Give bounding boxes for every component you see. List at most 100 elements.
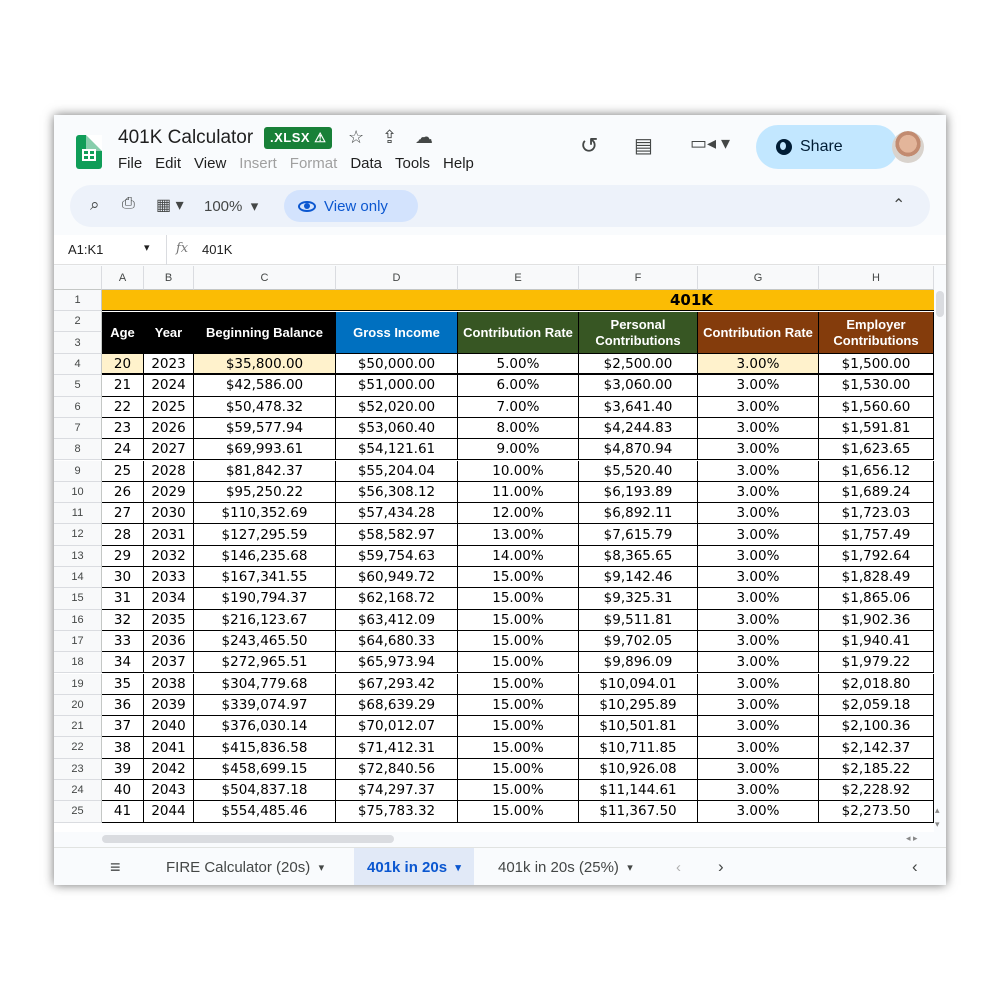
- cell-year[interactable]: 2032: [144, 545, 194, 567]
- cell-year[interactable]: 2041: [144, 737, 194, 759]
- cell-gross-income[interactable]: $53,060.40: [336, 417, 458, 440]
- row-header[interactable]: 19: [54, 673, 102, 695]
- cell-gross-income[interactable]: $50,000.00: [336, 354, 458, 376]
- cell-employer-contribution-rate[interactable]: 3.00%: [698, 396, 819, 418]
- cell-beginning-balance[interactable]: $458,699.15: [194, 758, 336, 780]
- row-header[interactable]: 5: [54, 375, 102, 397]
- chevron-left-icon[interactable]: ‹: [676, 848, 681, 885]
- cell-employer-contributions[interactable]: $1,792.64: [819, 545, 934, 567]
- cell-personal-contributions[interactable]: $9,142.46: [579, 567, 698, 589]
- cell-contribution-rate[interactable]: 15.00%: [458, 588, 579, 610]
- cell-age[interactable]: 24: [102, 439, 144, 461]
- header-employer-contribution-rate[interactable]: Contribution Rate: [698, 312, 819, 354]
- cell-employer-contributions[interactable]: $2,100.36: [819, 716, 934, 738]
- cell-beginning-balance[interactable]: $554,485.46: [194, 801, 336, 823]
- chevron-right-icon[interactable]: ›: [718, 848, 724, 885]
- cell-gross-income[interactable]: $70,012.07: [336, 716, 458, 738]
- cell-beginning-balance[interactable]: $50,478.32: [194, 396, 336, 418]
- row-header[interactable]: 11: [54, 503, 102, 525]
- cell-age[interactable]: 36: [102, 694, 144, 717]
- row-header[interactable]: 7: [54, 417, 102, 440]
- cell-employer-contribution-rate[interactable]: 3.00%: [698, 588, 819, 610]
- cell-employer-contribution-rate[interactable]: 3.00%: [698, 716, 819, 738]
- cell-gross-income[interactable]: $67,293.42: [336, 673, 458, 695]
- cell-year[interactable]: 2025: [144, 396, 194, 418]
- header-age[interactable]: Age: [102, 312, 144, 354]
- cell-gross-income[interactable]: $60,949.72: [336, 567, 458, 589]
- cell-gross-income[interactable]: $72,840.56: [336, 758, 458, 780]
- menu-file[interactable]: File: [118, 155, 142, 172]
- scroll-up-icon[interactable]: ▴: [935, 805, 940, 816]
- cell-employer-contribution-rate[interactable]: 3.00%: [698, 545, 819, 567]
- cell-beginning-balance[interactable]: $35,800.00: [194, 354, 336, 376]
- cell-employer-contribution-rate[interactable]: 3.00%: [698, 481, 819, 504]
- cell-age[interactable]: 21: [102, 375, 144, 397]
- row-header[interactable]: 20: [54, 694, 102, 717]
- cell-beginning-balance[interactable]: $304,779.68: [194, 673, 336, 695]
- row-header[interactable]: 1: [54, 290, 102, 311]
- header-year[interactable]: Year: [144, 312, 194, 354]
- cell-beginning-balance[interactable]: $81,842.37: [194, 460, 336, 482]
- menu-view[interactable]: View: [194, 155, 226, 172]
- menu-edit[interactable]: Edit: [155, 155, 181, 172]
- formula-input[interactable]: 401K: [202, 242, 232, 257]
- document-title[interactable]: 401K Calculator: [118, 127, 253, 149]
- cell-contribution-rate[interactable]: 15.00%: [458, 609, 579, 631]
- cell-employer-contribution-rate[interactable]: 3.00%: [698, 439, 819, 461]
- cell-personal-contributions[interactable]: $6,892.11: [579, 503, 698, 525]
- cell-beginning-balance[interactable]: $339,074.97: [194, 694, 336, 717]
- cell-employer-contribution-rate[interactable]: 3.00%: [698, 503, 819, 525]
- cell-gross-income[interactable]: $54,121.61: [336, 439, 458, 461]
- cell-employer-contribution-rate[interactable]: 3.00%: [698, 609, 819, 631]
- header-contribution-rate[interactable]: Contribution Rate: [458, 312, 579, 354]
- cell-personal-contributions[interactable]: $11,367.50: [579, 801, 698, 823]
- cell-year[interactable]: 2034: [144, 588, 194, 610]
- cell-year[interactable]: 2038: [144, 673, 194, 695]
- row-header[interactable]: 9: [54, 460, 102, 482]
- horizontal-scrollbar[interactable]: [102, 835, 394, 843]
- cell-employer-contribution-rate[interactable]: 3.00%: [698, 673, 819, 695]
- cell-employer-contribution-rate[interactable]: 3.00%: [698, 780, 819, 802]
- cell-year[interactable]: 2023: [144, 354, 194, 376]
- cell-personal-contributions[interactable]: $7,615.79: [579, 524, 698, 546]
- cell-year[interactable]: 2044: [144, 801, 194, 823]
- cell-beginning-balance[interactable]: $376,030.14: [194, 716, 336, 738]
- cloud-status-icon[interactable]: ☁: [415, 127, 433, 148]
- cell-gross-income[interactable]: $52,020.00: [336, 396, 458, 418]
- cell-age[interactable]: 32: [102, 609, 144, 631]
- menu-format[interactable]: Format: [290, 155, 338, 172]
- cell-beginning-balance[interactable]: $59,577.94: [194, 417, 336, 440]
- banner-401k[interactable]: 401K: [102, 290, 934, 311]
- cell-beginning-balance[interactable]: $95,250.22: [194, 481, 336, 504]
- cell-personal-contributions[interactable]: $10,501.81: [579, 716, 698, 738]
- cell-gross-income[interactable]: $51,000.00: [336, 375, 458, 397]
- cell-employer-contribution-rate[interactable]: 3.00%: [698, 524, 819, 546]
- cell-year[interactable]: 2040: [144, 716, 194, 738]
- cell-gross-income[interactable]: $75,783.32: [336, 801, 458, 823]
- cell-employer-contribution-rate[interactable]: 3.00%: [698, 417, 819, 440]
- select-all-corner[interactable]: [54, 266, 102, 290]
- cell-employer-contributions[interactable]: $2,059.18: [819, 694, 934, 717]
- cell-year[interactable]: 2027: [144, 439, 194, 461]
- column-header-f[interactable]: F: [579, 266, 698, 290]
- sheet-tab-401k-in-20s-25[interactable]: 401k in 20s (25%) ▾: [486, 848, 645, 885]
- cell-year[interactable]: 2042: [144, 758, 194, 780]
- cell-age[interactable]: 39: [102, 758, 144, 780]
- cell-beginning-balance[interactable]: $272,965.51: [194, 652, 336, 674]
- explore-collapse-icon[interactable]: ‹: [912, 848, 918, 885]
- cell-gross-income[interactable]: $64,680.33: [336, 630, 458, 653]
- cell-age[interactable]: 23: [102, 417, 144, 440]
- cell-contribution-rate[interactable]: 9.00%: [458, 439, 579, 461]
- cell-employer-contributions[interactable]: $1,757.49: [819, 524, 934, 546]
- cell-age[interactable]: 35: [102, 673, 144, 695]
- cell-employer-contributions[interactable]: $2,185.22: [819, 758, 934, 780]
- cell-employer-contributions[interactable]: $1,828.49: [819, 567, 934, 589]
- row-header[interactable]: 25: [54, 801, 102, 823]
- cell-beginning-balance[interactable]: $167,341.55: [194, 567, 336, 589]
- cell-contribution-rate[interactable]: 15.00%: [458, 567, 579, 589]
- cell-beginning-balance[interactable]: $110,352.69: [194, 503, 336, 525]
- cell-age[interactable]: 28: [102, 524, 144, 546]
- cell-personal-contributions[interactable]: $3,641.40: [579, 396, 698, 418]
- cell-year[interactable]: 2033: [144, 567, 194, 589]
- row-header[interactable]: 6: [54, 396, 102, 418]
